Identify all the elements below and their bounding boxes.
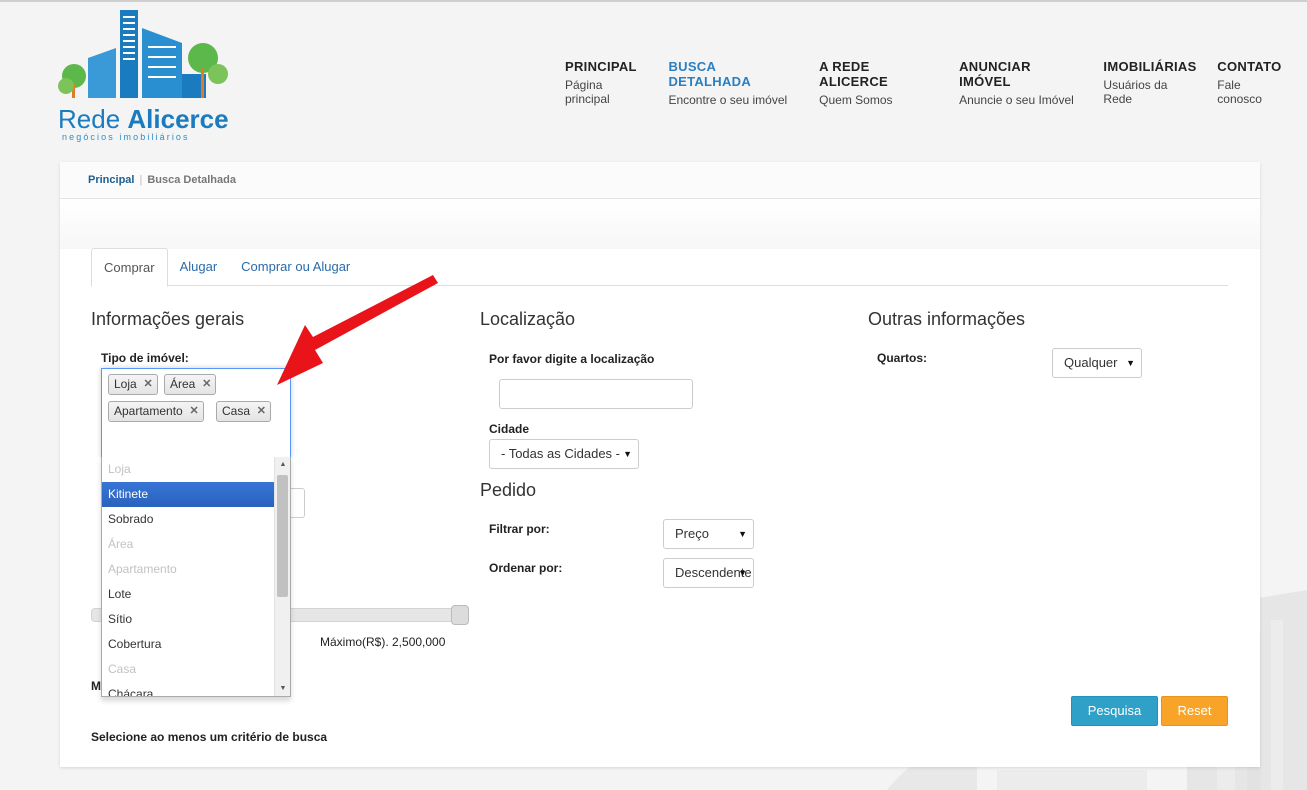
option-lote[interactable]: Lote bbox=[102, 582, 274, 607]
nav-anunciar-imovel[interactable]: ANUNCIAR IMÓVEL Anuncie o seu Imóvel bbox=[959, 59, 1083, 107]
general-info-heading: Informações gerais bbox=[91, 309, 245, 329]
breadcrumb-current: Busca Detalhada bbox=[147, 174, 236, 186]
property-type-label: Tipo de imóvel: bbox=[101, 351, 189, 365]
breadcrumb: Principal | Busca Detalhada bbox=[60, 162, 1260, 199]
nav-subtitle: Fale conosco bbox=[1217, 78, 1262, 106]
nav-imobiliarias[interactable]: IMOBILIÁRIAS Usuários da Rede bbox=[1103, 59, 1197, 107]
option-kitinete[interactable]: Kitinete bbox=[102, 482, 274, 507]
price-slider-max-handle[interactable] bbox=[451, 605, 469, 625]
main-nav: PRINCIPAL Página principal BUSCA DETALHA… bbox=[565, 59, 1307, 107]
selected-chip: Casa ✕ bbox=[216, 401, 272, 422]
brand-tagline: negócios imobiliários bbox=[62, 132, 190, 142]
search-hint: Selecione ao menos um critério de busca bbox=[91, 730, 328, 744]
option-cobertura[interactable]: Cobertura bbox=[102, 632, 274, 657]
nav-principal[interactable]: PRINCIPAL Página principal bbox=[565, 59, 648, 107]
nav-subtitle: Usuários da Rede bbox=[1103, 78, 1168, 106]
option-casa: Casa bbox=[108, 662, 137, 676]
reset-button[interactable]: Reset bbox=[1161, 696, 1228, 726]
chip-label: Loja bbox=[114, 377, 137, 391]
nav-title: IMOBILIÁRIAS bbox=[1103, 59, 1197, 74]
brand-name: Rede Alicerce bbox=[58, 104, 229, 134]
nav-subtitle: Quem Somos bbox=[819, 93, 893, 107]
city-select-value: - Todas as Cidades - bbox=[501, 446, 620, 461]
selected-chip: Loja ✕ bbox=[108, 374, 158, 395]
selected-chip: Área ✕ bbox=[164, 374, 217, 395]
nav-subtitle: Página principal bbox=[565, 78, 610, 106]
scroll-thumb[interactable] bbox=[277, 475, 288, 597]
breadcrumb-home-link[interactable]: Principal bbox=[88, 174, 134, 186]
filter-label: Filtrar por: bbox=[489, 522, 550, 536]
city-select[interactable]: - Todas as Cidades - ▼ bbox=[489, 439, 639, 469]
search-button[interactable]: Pesquisa bbox=[1071, 696, 1158, 726]
nav-title: PRINCIPAL bbox=[565, 59, 637, 74]
tab-alugar[interactable]: Alugar bbox=[168, 248, 230, 286]
nav-title: CONTATO bbox=[1217, 59, 1282, 74]
max-price-label: Máximo(R$). 2,500,000 bbox=[320, 635, 446, 649]
selected-chip: Apartamento ✕ bbox=[108, 401, 204, 422]
chip-label: Casa bbox=[222, 404, 251, 418]
nav-subtitle: Anuncie o seu Imóvel bbox=[959, 93, 1074, 107]
chip-label: Apartamento bbox=[114, 404, 183, 418]
option-apartamento: Apartamento bbox=[108, 562, 177, 576]
remove-chip-icon[interactable]: ✕ bbox=[257, 402, 266, 421]
top-border bbox=[0, 0, 1307, 2]
remove-chip-icon[interactable]: ✕ bbox=[190, 402, 199, 421]
chip-label: Área bbox=[170, 377, 196, 391]
location-heading: Localização bbox=[480, 309, 576, 329]
nav-title: ANUNCIAR IMÓVEL bbox=[959, 59, 1031, 89]
sort-select[interactable]: Descendente ▼ bbox=[663, 558, 754, 588]
remove-chip-icon[interactable]: ✕ bbox=[143, 375, 152, 394]
order-heading: Pedido bbox=[480, 480, 537, 500]
breadcrumb-separator: | bbox=[139, 174, 143, 186]
option-chacara[interactable]: Chácara bbox=[102, 682, 274, 696]
search-panel: Principal | Busca Detalhada Comprar Alugar… bbox=[60, 162, 1260, 767]
nav-contato[interactable]: CONTATO Fale conosco bbox=[1217, 59, 1287, 107]
annotation-arrow-icon bbox=[277, 275, 438, 385]
location-input[interactable] bbox=[499, 379, 693, 409]
remove-chip-icon[interactable]: ✕ bbox=[202, 375, 211, 394]
rooms-select-value: Qualquer bbox=[1064, 355, 1118, 370]
search-tabs: Comprar Alugar Comprar ou Alugar bbox=[91, 248, 1228, 287]
filter-select[interactable]: Preço ▼ bbox=[663, 519, 754, 549]
tab-comprar[interactable]: Comprar bbox=[91, 248, 168, 287]
scroll-down-icon[interactable]: ▼ bbox=[275, 681, 290, 696]
nav-subtitle: Encontre o seu imóvel bbox=[668, 93, 788, 107]
dropdown-scrollbar[interactable]: ▲ ▼ bbox=[274, 457, 290, 696]
site-logo[interactable]: Rede Alicerce negócios imobiliários bbox=[58, 8, 233, 143]
rooms-select[interactable]: Qualquer ▼ bbox=[1052, 348, 1142, 378]
nav-a-rede-alicerce[interactable]: A REDE ALICERCE Quem Somos bbox=[819, 59, 939, 107]
dropdown-arrow-icon: ▼ bbox=[623, 449, 632, 459]
option-sitio[interactable]: Sítio bbox=[102, 607, 274, 632]
other-info-heading: Outras informações bbox=[868, 309, 1026, 329]
option-sobrado[interactable]: Sobrado bbox=[102, 507, 274, 532]
option-area: Área bbox=[108, 537, 134, 551]
location-prompt: Por favor digite a localização bbox=[489, 352, 655, 366]
nav-busca-detalhada[interactable]: BUSCA DETALHADA Encontre o seu imóvel bbox=[668, 59, 799, 107]
dropdown-arrow-icon: ▼ bbox=[738, 529, 747, 539]
dropdown-arrow-icon: ▼ bbox=[738, 568, 747, 578]
sort-label: Ordenar por: bbox=[489, 561, 563, 575]
property-type-multiselect[interactable]: Loja ✕ Área ✕ Apartamento ✕ Casa ✕ bbox=[101, 368, 291, 458]
hidden-field-label: M bbox=[91, 679, 101, 693]
dropdown-arrow-icon: ▼ bbox=[1126, 358, 1135, 368]
nav-title: BUSCA DETALHADA bbox=[668, 59, 752, 89]
rooms-label: Quartos: bbox=[877, 351, 928, 365]
logo-buildings-graphic bbox=[58, 10, 228, 98]
scroll-up-icon[interactable]: ▲ bbox=[275, 457, 290, 473]
property-type-dropdown: Loja Kitinete Sobrado Área Apartamento L… bbox=[101, 457, 291, 697]
nav-title: A REDE ALICERCE bbox=[819, 59, 889, 89]
city-label: Cidade bbox=[489, 422, 530, 436]
option-loja: Loja bbox=[108, 462, 131, 476]
filter-select-value: Preço bbox=[675, 526, 709, 541]
